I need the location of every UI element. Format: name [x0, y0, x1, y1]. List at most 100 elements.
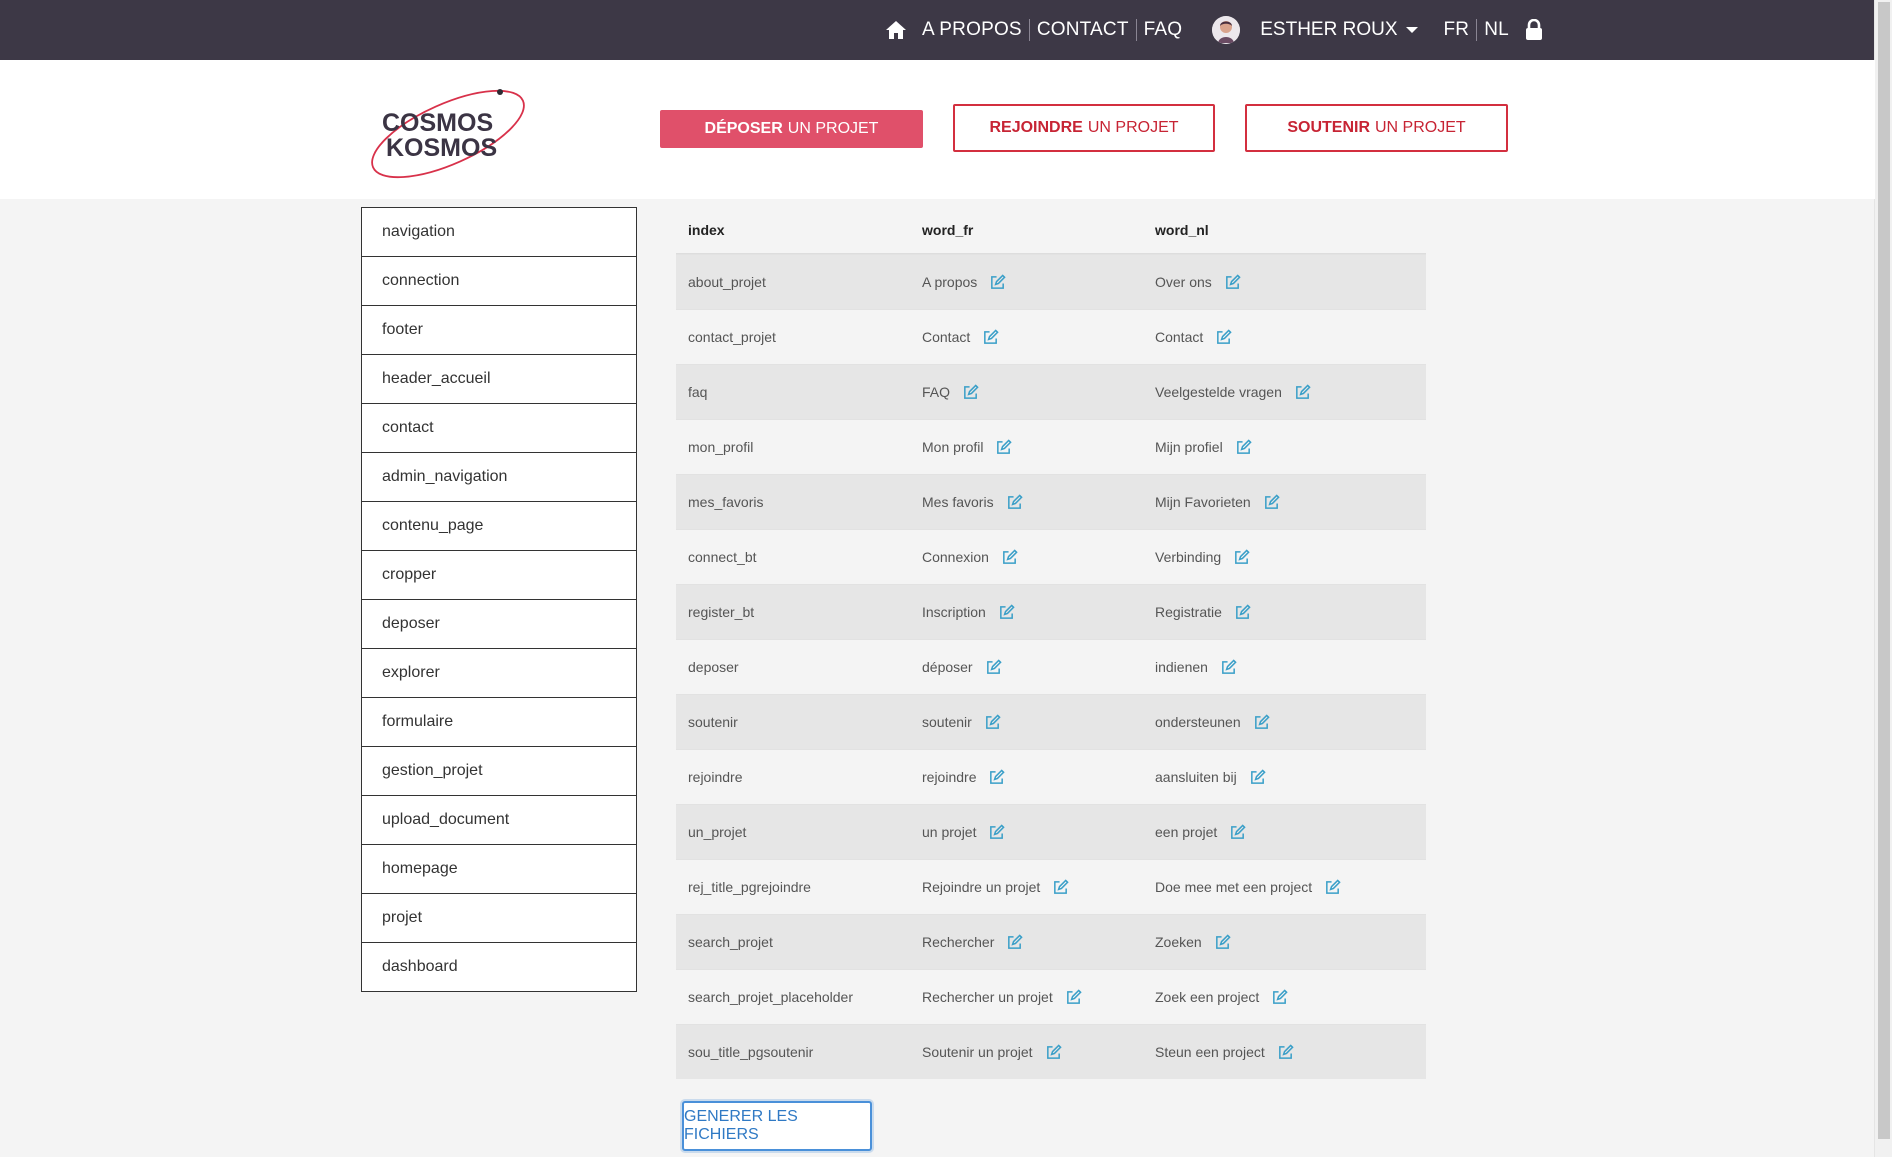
- rejoindre-projet-button[interactable]: REJOINDRE UN PROJET: [953, 104, 1215, 152]
- cell-word-fr: Soutenir un projet: [922, 1043, 1155, 1061]
- edit-icon[interactable]: [984, 713, 1001, 731]
- edit-icon[interactable]: [982, 328, 999, 346]
- scrollbar-thumb[interactable]: [1878, 2, 1890, 1139]
- lang-nl-link[interactable]: NL: [1484, 19, 1509, 41]
- edit-icon[interactable]: [1294, 383, 1311, 401]
- generer-fichiers-button[interactable]: GENERER LES FICHIERS: [682, 1101, 872, 1151]
- edit-icon[interactable]: [988, 823, 1006, 841]
- edit-icon[interactable]: [1224, 273, 1241, 291]
- sidebar-item-gestion-projet[interactable]: gestion_projet: [362, 747, 636, 796]
- edit-icon[interactable]: [1006, 933, 1024, 951]
- edit-icon[interactable]: [1001, 548, 1018, 566]
- edit-icon[interactable]: [1271, 988, 1288, 1006]
- word-fr-text: Inscription: [922, 604, 986, 620]
- word-fr-text: Contact: [922, 329, 971, 345]
- edit-icon[interactable]: [1052, 878, 1069, 896]
- edit-icon[interactable]: [1234, 603, 1251, 621]
- nav-faq-link[interactable]: FAQ: [1144, 19, 1183, 41]
- word-nl-text: een projet: [1155, 824, 1218, 840]
- sidebar-item-cropper[interactable]: cropper: [362, 551, 636, 600]
- nav-contact-link[interactable]: CONTACT: [1037, 19, 1129, 41]
- edit-icon[interactable]: [1324, 878, 1341, 896]
- edit-icon[interactable]: [1065, 988, 1082, 1006]
- sidebar-item-header-accueil[interactable]: header_accueil: [362, 355, 636, 404]
- sidebar-item-homepage[interactable]: homepage: [362, 845, 636, 894]
- edit-icon[interactable]: [995, 438, 1013, 456]
- word-fr-text: Rechercher: [922, 934, 995, 950]
- edit-icon[interactable]: [1045, 1043, 1062, 1061]
- cell-word-fr: rejoindre: [922, 768, 1155, 786]
- sidebar-item-connection[interactable]: connection: [362, 257, 636, 306]
- sidebar-item-deposer[interactable]: deposer: [362, 600, 636, 649]
- edit-icon[interactable]: [1006, 493, 1023, 511]
- svg-text:COSMOS: COSMOS: [382, 109, 493, 137]
- lock-icon[interactable]: [1525, 19, 1543, 41]
- user-menu[interactable]: ESTHER ROUX: [1212, 16, 1443, 44]
- edit-icon[interactable]: [989, 273, 1006, 291]
- edit-icon[interactable]: [1215, 328, 1232, 346]
- deposer-projet-button[interactable]: DÉPOSER UN PROJET: [660, 110, 923, 148]
- cosmos-kosmos-logo[interactable]: COSMOS KOSMOS: [370, 88, 530, 180]
- sidebar-item-contenu-page[interactable]: contenu_page: [362, 502, 636, 551]
- scrollbar[interactable]: [1874, 0, 1892, 1157]
- nav-divider: [1476, 19, 1478, 41]
- sidebar-item-projet[interactable]: projet: [362, 894, 636, 943]
- header-word-nl: word_nl: [1155, 222, 1209, 238]
- cell-index: mon_profil: [688, 439, 754, 455]
- sidebar-item-formulaire[interactable]: formulaire: [362, 698, 636, 747]
- edit-icon[interactable]: [985, 658, 1002, 676]
- nav-about-link[interactable]: A PROPOS: [922, 19, 1022, 41]
- cell-word-fr: un projet: [922, 823, 1155, 841]
- table-header: index word_fr word_nl: [676, 207, 1426, 254]
- word-fr-text: Rechercher un projet: [922, 989, 1053, 1005]
- page-header: [0, 60, 1875, 199]
- edit-icon[interactable]: [1214, 933, 1231, 951]
- table-row: faq FAQ Veelgestelde vragen: [676, 364, 1426, 419]
- lang-fr-link[interactable]: FR: [1444, 19, 1470, 41]
- table-row: sou_title_pgsoutenir Soutenir un projet St…: [676, 1024, 1426, 1079]
- edit-icon[interactable]: [1263, 493, 1280, 511]
- cell-index: contact_projet: [688, 329, 776, 345]
- word-nl-text: Zoek een project: [1155, 989, 1260, 1005]
- edit-icon[interactable]: [1277, 1043, 1294, 1061]
- cell-word-nl: indienen: [1155, 658, 1426, 676]
- edit-icon[interactable]: [962, 383, 979, 401]
- user-name: ESTHER ROUX: [1260, 19, 1398, 40]
- sidebar-item-footer[interactable]: footer: [362, 306, 636, 355]
- sidebar-item-navigation[interactable]: navigation: [362, 208, 636, 257]
- word-fr-text: rejoindre: [922, 769, 977, 785]
- edit-icon[interactable]: [998, 603, 1015, 621]
- word-fr-text: déposer: [922, 659, 973, 675]
- edit-icon[interactable]: [1229, 823, 1246, 841]
- word-nl-text: Contact: [1155, 329, 1204, 345]
- sidebar-item-contact[interactable]: contact: [362, 404, 636, 453]
- svg-text:KOSMOS: KOSMOS: [386, 134, 497, 162]
- sidebar-item-dashboard[interactable]: dashboard: [362, 943, 636, 991]
- header-index: index: [688, 222, 725, 238]
- soutenir-projet-button[interactable]: SOUTENIR UN PROJET: [1245, 104, 1508, 152]
- rejoindre-label: REJOINDRE: [989, 119, 1083, 136]
- edit-icon[interactable]: [1235, 438, 1252, 456]
- word-fr-text: Soutenir un projet: [922, 1044, 1033, 1060]
- edit-icon[interactable]: [1249, 768, 1266, 786]
- edit-icon[interactable]: [988, 768, 1006, 786]
- sidebar-item-admin-navigation[interactable]: admin_navigation: [362, 453, 636, 502]
- edit-icon[interactable]: [1220, 658, 1237, 676]
- edit-icon[interactable]: [1233, 548, 1250, 566]
- cell-word-nl: Steun een project: [1155, 1043, 1426, 1061]
- table-row: rej_title_pgrejoindre Rejoindre un projet…: [676, 859, 1426, 914]
- cell-word-fr: Connexion: [922, 548, 1155, 566]
- category-sidebar: navigation connection footer header_accueil…: [361, 207, 637, 992]
- cell-word-nl: Mijn profiel: [1155, 438, 1426, 456]
- edit-icon[interactable]: [1253, 713, 1270, 731]
- word-nl-text: Verbinding: [1155, 549, 1222, 565]
- home-icon[interactable]: [884, 18, 908, 42]
- cell-word-nl: aansluiten bij: [1155, 768, 1426, 786]
- table-row: rejoindre rejoindre aansluiten bij: [676, 749, 1426, 804]
- top-navbar: A PROPOS CONTACT FAQ ESTHER ROUX FR NL: [0, 0, 1875, 60]
- sidebar-item-explorer[interactable]: explorer: [362, 649, 636, 698]
- top-nav: A PROPOS CONTACT FAQ ESTHER ROUX FR NL: [884, 0, 1543, 60]
- sidebar-item-upload-document[interactable]: upload_document: [362, 796, 636, 845]
- word-fr-text: Mon profil: [922, 439, 984, 455]
- cell-word-fr: Mes favoris: [922, 493, 1155, 511]
